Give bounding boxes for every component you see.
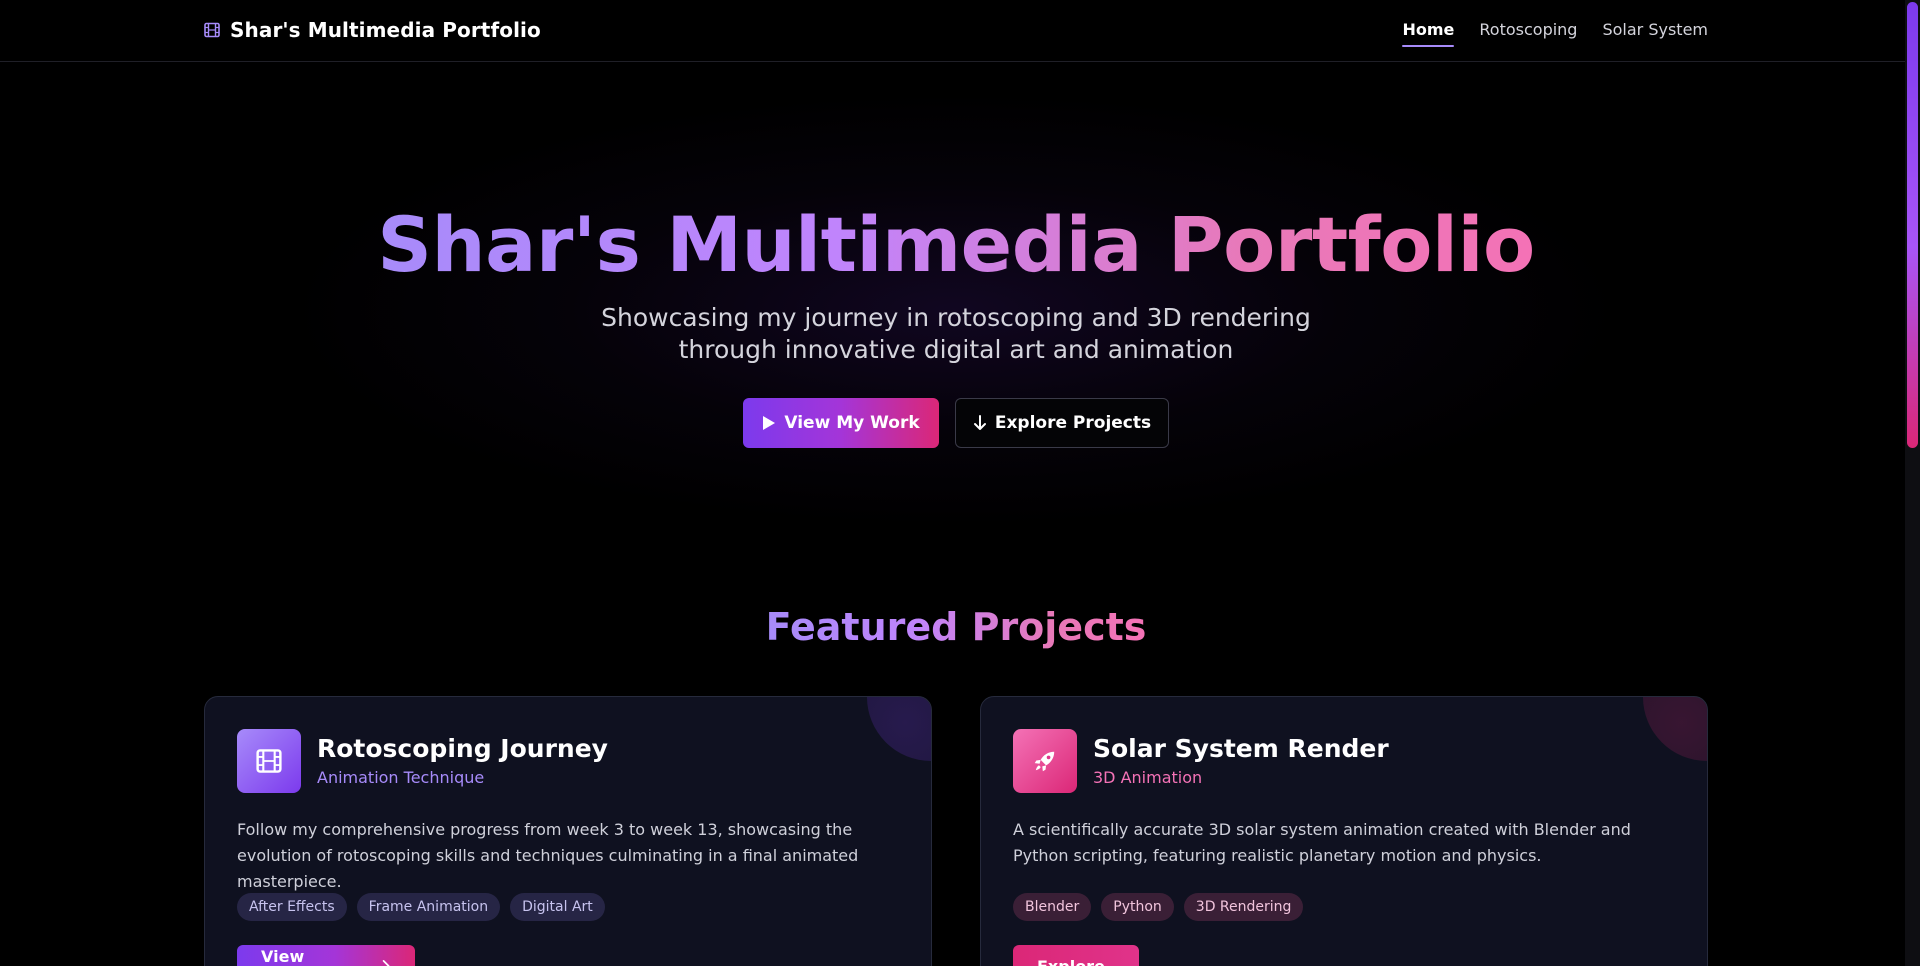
explore-button[interactable]: Explore bbox=[1013, 945, 1139, 966]
hero-buttons: View My Work Explore Projects bbox=[743, 398, 1169, 448]
tag: Blender bbox=[1013, 893, 1092, 921]
card-description: A scientifically accurate 3D solar syste… bbox=[1013, 820, 1631, 865]
tag: 3D Rendering bbox=[1183, 893, 1304, 921]
view-progress-button[interactable]: View Progress bbox=[237, 945, 415, 966]
section-title: Featured Projects bbox=[0, 603, 1912, 651]
nav-link-solar-system[interactable]: Solar System bbox=[1602, 14, 1708, 47]
explore-label: Explore bbox=[1037, 956, 1105, 966]
view-my-work-label: View My Work bbox=[784, 413, 920, 433]
hero-title: Shar's Multimedia Portfolio bbox=[0, 200, 1912, 290]
tag: Python bbox=[1101, 893, 1174, 921]
nav-link-rotoscoping[interactable]: Rotoscoping bbox=[1479, 14, 1577, 47]
card-category: 3D Animation bbox=[1093, 768, 1203, 787]
film-icon bbox=[204, 22, 220, 38]
arrow-down-icon bbox=[973, 415, 986, 430]
card-corner-decoration bbox=[867, 697, 931, 761]
view-my-work-button[interactable]: View My Work bbox=[743, 398, 939, 448]
brand-name: Shar's Multimedia Portfolio bbox=[230, 18, 541, 42]
hero-title-text: Shar's Multimedia Portfolio bbox=[377, 200, 1535, 289]
card-icon-container bbox=[237, 729, 301, 793]
tag: Frame Animation bbox=[356, 893, 501, 921]
explore-projects-button[interactable]: Explore Projects bbox=[955, 398, 1169, 448]
card-icon-container bbox=[1013, 729, 1077, 793]
film-icon bbox=[256, 749, 282, 773]
card-tags: After Effects Frame Animation Digital Ar… bbox=[237, 893, 605, 921]
hero-subtitle: Showcasing my journey in rotoscoping and… bbox=[601, 303, 1311, 364]
rocket-icon bbox=[1034, 751, 1055, 772]
nav-link-home[interactable]: Home bbox=[1402, 14, 1454, 47]
explore-projects-label: Explore Projects bbox=[994, 413, 1152, 433]
tag: After Effects bbox=[237, 893, 347, 921]
view-progress-label: View Progress bbox=[261, 947, 305, 966]
card-tags: Blender Python 3D Rendering bbox=[1013, 893, 1304, 921]
project-card-rotoscoping: Rotoscoping Journey Animation Technique … bbox=[204, 696, 932, 966]
nav-links: Home Rotoscoping Solar System bbox=[1402, 0, 1708, 60]
arrow-right-icon bbox=[382, 960, 390, 966]
card-title: Solar System Render bbox=[1093, 734, 1389, 763]
tag: Digital Art bbox=[510, 893, 605, 921]
card-category: Animation Technique bbox=[317, 768, 485, 787]
navbar: Shar's Multimedia Portfolio Home Rotosco… bbox=[0, 0, 1905, 62]
section-title-text: Featured Projects bbox=[765, 605, 1147, 649]
project-card-solar-system: Solar System Render 3D Animation A scien… bbox=[980, 696, 1708, 966]
play-icon bbox=[763, 416, 776, 430]
card-corner-decoration bbox=[1643, 697, 1707, 761]
scrollbar[interactable] bbox=[1905, 0, 1920, 966]
brand[interactable]: Shar's Multimedia Portfolio bbox=[204, 0, 541, 60]
card-description: Follow my comprehensive progress from we… bbox=[237, 820, 859, 891]
card-title: Rotoscoping Journey bbox=[317, 734, 608, 763]
